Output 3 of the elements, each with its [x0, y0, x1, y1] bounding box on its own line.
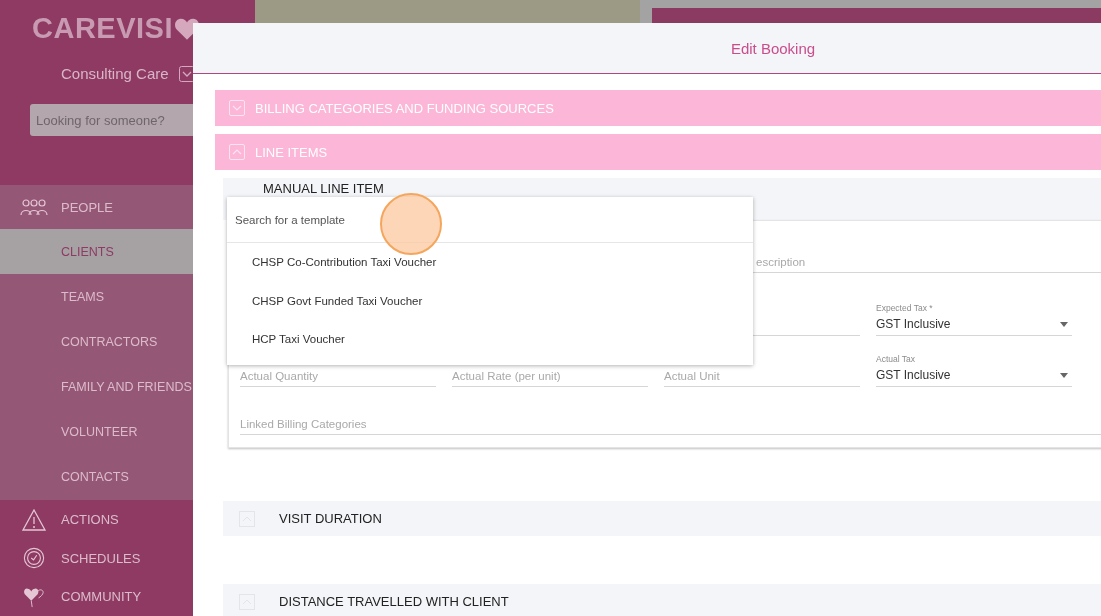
logo-text: CAREVISI [32, 12, 173, 45]
modal-title: Edit Booking [730, 39, 816, 57]
organization-name: Consulting Care [61, 65, 169, 82]
